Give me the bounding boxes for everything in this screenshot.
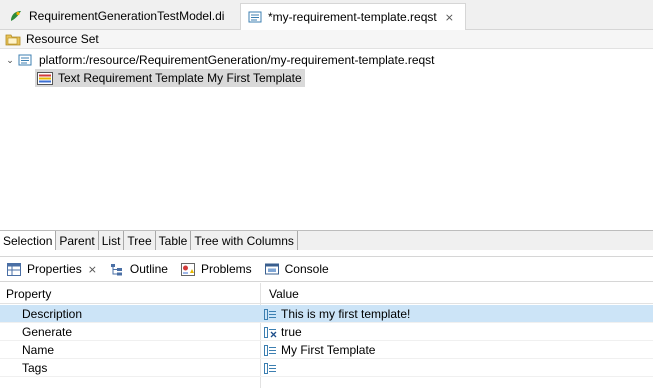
resource-set-label: Resource Set xyxy=(26,32,99,46)
tree-root-label: platform:/resource/RequirementGeneration… xyxy=(39,53,435,67)
editor-tab-bar: RequirementGenerationTestModel.di *my-re… xyxy=(0,0,653,30)
tab-properties[interactable]: Properties ⨯ xyxy=(0,257,103,281)
resource-tree: ⌄ platform:/resource/RequirementGenerati… xyxy=(0,50,653,230)
text-value-icon xyxy=(264,308,278,320)
chevron-down-icon[interactable]: ⌄ xyxy=(4,55,16,66)
column-header-property[interactable]: Property xyxy=(0,283,51,304)
table-row[interactable]: Generate true xyxy=(0,323,653,341)
editor-tab-di-model[interactable]: RequirementGenerationTestModel.di xyxy=(2,3,238,29)
problems-icon xyxy=(180,262,196,276)
tab-problems[interactable]: Problems xyxy=(174,257,258,281)
property-value-text: true xyxy=(281,325,302,339)
tree-child-label: Text Requirement Template My First Templ… xyxy=(58,71,302,85)
tab-parent[interactable]: Parent xyxy=(56,231,99,250)
close-icon[interactable]: ⨯ xyxy=(88,263,97,276)
property-value-text: My First Template xyxy=(281,343,376,357)
reqst-file-icon xyxy=(18,53,34,67)
property-name: Tags xyxy=(22,361,48,375)
tab-console-label: Console xyxy=(284,262,329,276)
papyrus-diagram-icon xyxy=(8,8,24,24)
property-value[interactable]: true xyxy=(264,323,302,341)
properties-icon xyxy=(6,262,22,276)
tab-problems-label: Problems xyxy=(200,262,252,276)
text-requirement-template-icon xyxy=(37,71,53,85)
table-row[interactable]: Name My First Template xyxy=(0,341,653,359)
panel-tab-bar: Properties ⨯ Outline Problems Console xyxy=(0,256,653,282)
property-value-text: This is my first template! xyxy=(281,307,411,321)
column-header-value[interactable]: Value xyxy=(263,283,299,304)
tab-outline-label: Outline xyxy=(129,262,168,276)
tab-outline[interactable]: Outline xyxy=(103,257,174,281)
text-value-icon xyxy=(264,344,278,356)
tab-list[interactable]: List xyxy=(99,231,125,250)
editor-tab-label: RequirementGenerationTestModel.di xyxy=(29,9,225,23)
close-icon[interactable]: ⨯ xyxy=(445,11,454,24)
text-value-icon xyxy=(264,362,278,374)
property-value[interactable]: My First Template xyxy=(264,341,375,359)
resource-set-icon xyxy=(5,32,21,46)
properties-table-header: Property Value xyxy=(0,283,653,304)
tab-console[interactable]: Console xyxy=(258,257,335,281)
property-name: Name xyxy=(22,343,55,357)
table-row[interactable]: Tags xyxy=(0,359,653,377)
editor-view-tabs: Selection Parent List Tree Table Tree wi… xyxy=(0,230,653,250)
tab-selection[interactable]: Selection xyxy=(0,231,57,250)
tree-root-node[interactable]: ⌄ platform:/resource/RequirementGenerati… xyxy=(4,51,435,69)
tab-tree[interactable]: Tree xyxy=(124,231,156,250)
outline-icon xyxy=(109,262,125,276)
property-value[interactable]: This is my first template! xyxy=(264,305,410,323)
reqst-file-icon xyxy=(247,9,263,25)
editor-tab-label: *my-requirement-template.reqst xyxy=(268,10,437,24)
property-name: Description xyxy=(22,307,83,321)
resource-set-header[interactable]: Resource Set xyxy=(0,30,653,49)
property-name: Generate xyxy=(22,325,73,339)
console-icon xyxy=(264,262,280,276)
tab-table[interactable]: Table xyxy=(156,231,192,250)
table-row[interactable]: Description This is my first template! xyxy=(0,305,653,323)
boolean-value-icon xyxy=(264,326,278,338)
tree-child-node[interactable]: Text Requirement Template My First Templ… xyxy=(35,69,305,87)
tab-properties-label: Properties xyxy=(27,262,82,276)
properties-table: Property Value Description This is my fi… xyxy=(0,283,653,388)
property-value[interactable] xyxy=(264,359,281,377)
editor-tab-reqst[interactable]: *my-requirement-template.reqst ⨯ xyxy=(240,3,466,30)
tab-tree-with-columns[interactable]: Tree with Columns xyxy=(191,231,298,250)
